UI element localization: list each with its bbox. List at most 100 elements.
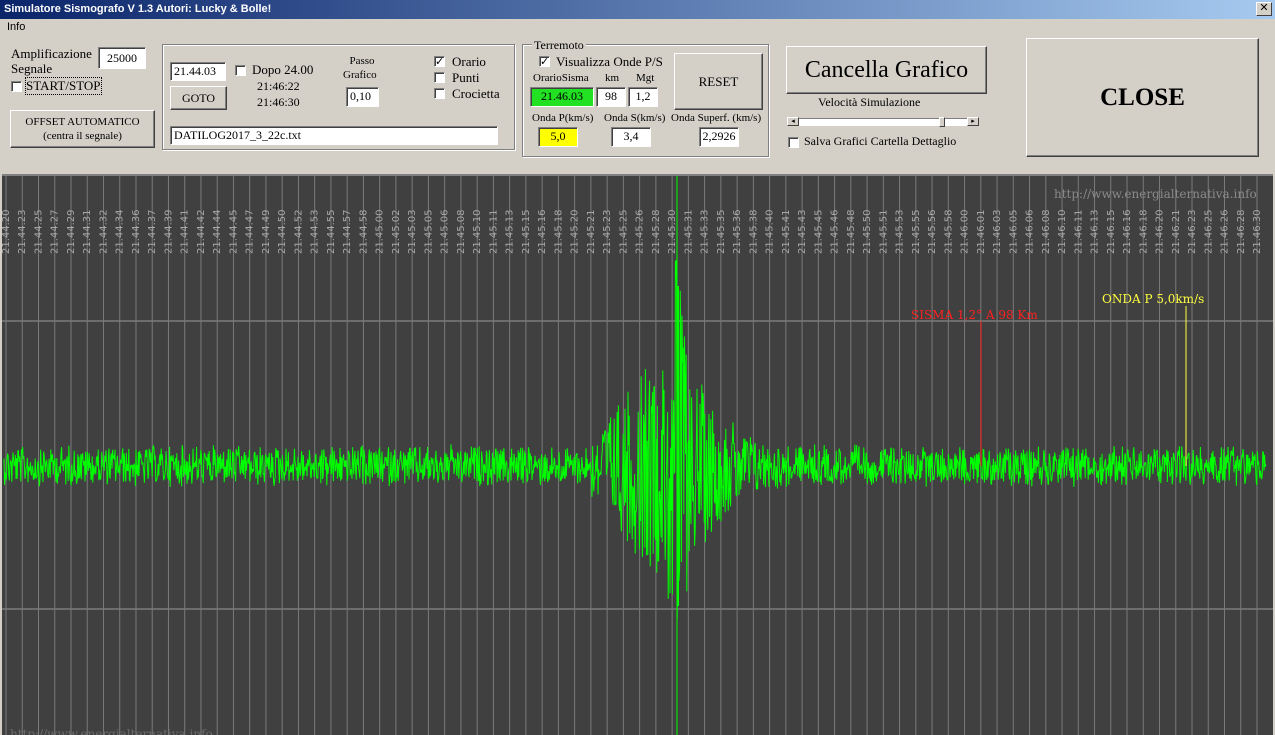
check-icon: ✓ bbox=[540, 55, 550, 68]
close-button[interactable]: CLOSE bbox=[1026, 38, 1259, 157]
velocita-slider-track[interactable] bbox=[787, 118, 979, 126]
time-tick-label: 21.46.15 bbox=[1106, 209, 1117, 254]
goto-button[interactable]: GOTO bbox=[170, 86, 227, 110]
velocita-label: Velocità Simulazione bbox=[818, 95, 921, 109]
punti-checkbox[interactable] bbox=[434, 72, 445, 83]
time-tick-label: 21.46.21 bbox=[1171, 209, 1182, 254]
time-tick-label: 21.45.45 bbox=[813, 209, 824, 254]
offset-auto-sublabel: (centra il segnale) bbox=[43, 130, 122, 142]
time-tick-label: 21.46.00 bbox=[960, 209, 971, 254]
time-tick-label: 21.44.32 bbox=[98, 209, 109, 254]
orario-sisma-input[interactable]: 21.46.03 bbox=[530, 87, 594, 107]
window-titlebar: Simulatore Sismografo V 1.3 Autori: Luck… bbox=[0, 0, 1275, 19]
time-tick-label: 21.45.58 bbox=[943, 209, 954, 254]
time-tick-label: 21.44.25 bbox=[33, 209, 44, 254]
time-tick-label: 21.46.20 bbox=[1155, 209, 1166, 254]
mgt-label: Mgt bbox=[636, 72, 655, 84]
slider-left-arrow-icon[interactable]: ◂ bbox=[787, 117, 799, 126]
slider-right-arrow-icon[interactable]: ▸ bbox=[967, 117, 979, 126]
km-input[interactable]: 98 bbox=[596, 87, 626, 107]
time-tick-label: 21.45.48 bbox=[846, 209, 857, 254]
time-tick-label: 21.44.41 bbox=[180, 209, 191, 254]
time-tick-label: 21.45.31 bbox=[683, 209, 694, 254]
time-tick-label: 21.45.35 bbox=[716, 209, 727, 254]
time-tick-label: 21.44.34 bbox=[115, 209, 126, 254]
time-tick-label: 21.45.20 bbox=[570, 209, 581, 254]
time-tick-label: 21.45.26 bbox=[635, 209, 646, 254]
time-tick-label: 21.45.50 bbox=[862, 209, 873, 254]
reset-button[interactable]: RESET bbox=[674, 53, 763, 110]
time-tick-label: 21.44.37 bbox=[147, 209, 158, 254]
time-tick-label: 21.44.29 bbox=[66, 209, 77, 254]
menu-bar: Info bbox=[0, 19, 1275, 37]
velocita-slider-thumb[interactable] bbox=[939, 117, 946, 127]
time-tick-label: 21.45.06 bbox=[440, 209, 451, 254]
time-tick-label: 21.44.20 bbox=[2, 209, 12, 254]
time-tick-label: 21.44.57 bbox=[342, 209, 353, 254]
time-tick-label: 21.45.10 bbox=[472, 209, 483, 254]
time-tick-label: 21.46.13 bbox=[1090, 209, 1101, 254]
mgt-input[interactable]: 1,2 bbox=[628, 87, 658, 107]
watermark-text: http://www.energialternativa.info bbox=[1054, 187, 1257, 201]
time-tick-label: 21.44.44 bbox=[212, 209, 223, 254]
time-tick-label: 21.44.31 bbox=[82, 209, 93, 254]
crocietta-checkbox[interactable] bbox=[434, 88, 445, 99]
onda-s-input[interactable]: 3,4 bbox=[611, 127, 651, 147]
after-midnight-checkbox[interactable] bbox=[235, 65, 246, 76]
time-tick-label: 21.45.23 bbox=[602, 209, 613, 254]
time-tick-label: 21.44.23 bbox=[17, 209, 28, 254]
time-tick-label: 21.46.16 bbox=[1122, 209, 1133, 254]
time-tick-label: 21.45.18 bbox=[553, 209, 564, 254]
time-tick-label: 21.46.08 bbox=[1041, 209, 1052, 254]
time-tick-label: 21.46.18 bbox=[1138, 209, 1149, 254]
check-icon: ✓ bbox=[435, 55, 445, 68]
time-tick-label: 21.45.56 bbox=[927, 209, 938, 254]
time-tick-label: 21.45.51 bbox=[878, 209, 889, 254]
time-tick-label: 21.46.23 bbox=[1187, 209, 1198, 254]
menu-info[interactable]: Info bbox=[7, 21, 25, 33]
start-stop-checkbox[interactable] bbox=[11, 81, 22, 92]
time-tick-label: 21.45.21 bbox=[586, 209, 597, 254]
time-tick-label: 21.46.30 bbox=[1252, 209, 1263, 254]
passo-label-2: Grafico bbox=[343, 69, 377, 81]
km-label: km bbox=[605, 72, 620, 84]
onda-s-label: Onda S(km/s) bbox=[604, 112, 666, 124]
time-tick-label: 21.45.53 bbox=[895, 209, 906, 254]
time-tick-label: 21.44.36 bbox=[131, 209, 142, 254]
orario-sisma-label: OrarioSisma bbox=[533, 72, 589, 84]
time-tick-label: 21.44.42 bbox=[196, 209, 207, 254]
time-tick-label: 21.45.33 bbox=[700, 209, 711, 254]
cancella-grafico-button[interactable]: Cancella Grafico bbox=[786, 46, 987, 94]
passo-input[interactable]: 0,10 bbox=[346, 87, 379, 107]
time-tick-label: 21.44.53 bbox=[310, 209, 321, 254]
time-tick-label: 21.44.55 bbox=[326, 209, 337, 254]
time-tick-label: 21.44.45 bbox=[228, 209, 239, 254]
salva-grafici-checkbox[interactable] bbox=[788, 137, 799, 148]
time-tick-label: 21.46.10 bbox=[1057, 209, 1068, 254]
show-waves-checkbox[interactable]: ✓ bbox=[539, 56, 550, 67]
offset-auto-button[interactable]: OFFSET AUTOMATICO (centra il segnale) bbox=[10, 110, 155, 148]
window-close-icon[interactable]: ✕ bbox=[1256, 2, 1272, 16]
amplification-input[interactable]: 25000 bbox=[98, 47, 146, 69]
after-midnight-label: Dopo 24.00 bbox=[252, 62, 314, 77]
time-input[interactable]: 21.44.03 bbox=[170, 62, 226, 81]
time-tick-label: 21.45.16 bbox=[537, 209, 548, 254]
onda-p-label: Onda P(km/s) bbox=[532, 112, 594, 124]
log-file-input[interactable]: DATILOG2017_3_22c.txt bbox=[170, 126, 498, 145]
seismic-signal-trace bbox=[3, 260, 1267, 619]
onda-superf-input[interactable]: 2,2926 bbox=[699, 127, 739, 147]
time-tick-label: 21.46.28 bbox=[1236, 209, 1247, 254]
time-tick-label: 21.46.25 bbox=[1203, 209, 1214, 254]
orario-checkbox[interactable]: ✓ bbox=[434, 56, 445, 67]
time-tick-label: 21.44.50 bbox=[277, 209, 288, 254]
seismograph-plot: 21.44.20 21.44.23 21.44.25 21.44.27 21.44.29… bbox=[2, 176, 1273, 735]
watermark-bottom-text: http://www.energialternativa.info bbox=[10, 727, 213, 735]
time-tick-label: 21.44.58 bbox=[358, 209, 369, 254]
time-tick-label: 21.44.39 bbox=[163, 209, 174, 254]
onda-p-input[interactable]: 5,0 bbox=[538, 127, 578, 147]
time-tick-label: 21.45.41 bbox=[781, 209, 792, 254]
amplification-label-2: Segnale bbox=[11, 61, 53, 76]
time-start-readout: 21:46:22 bbox=[257, 79, 300, 93]
time-tick-label: 21.44.49 bbox=[261, 209, 272, 254]
sisma-marker-label: SISMA 1,2° A 98 Km bbox=[911, 308, 1038, 322]
